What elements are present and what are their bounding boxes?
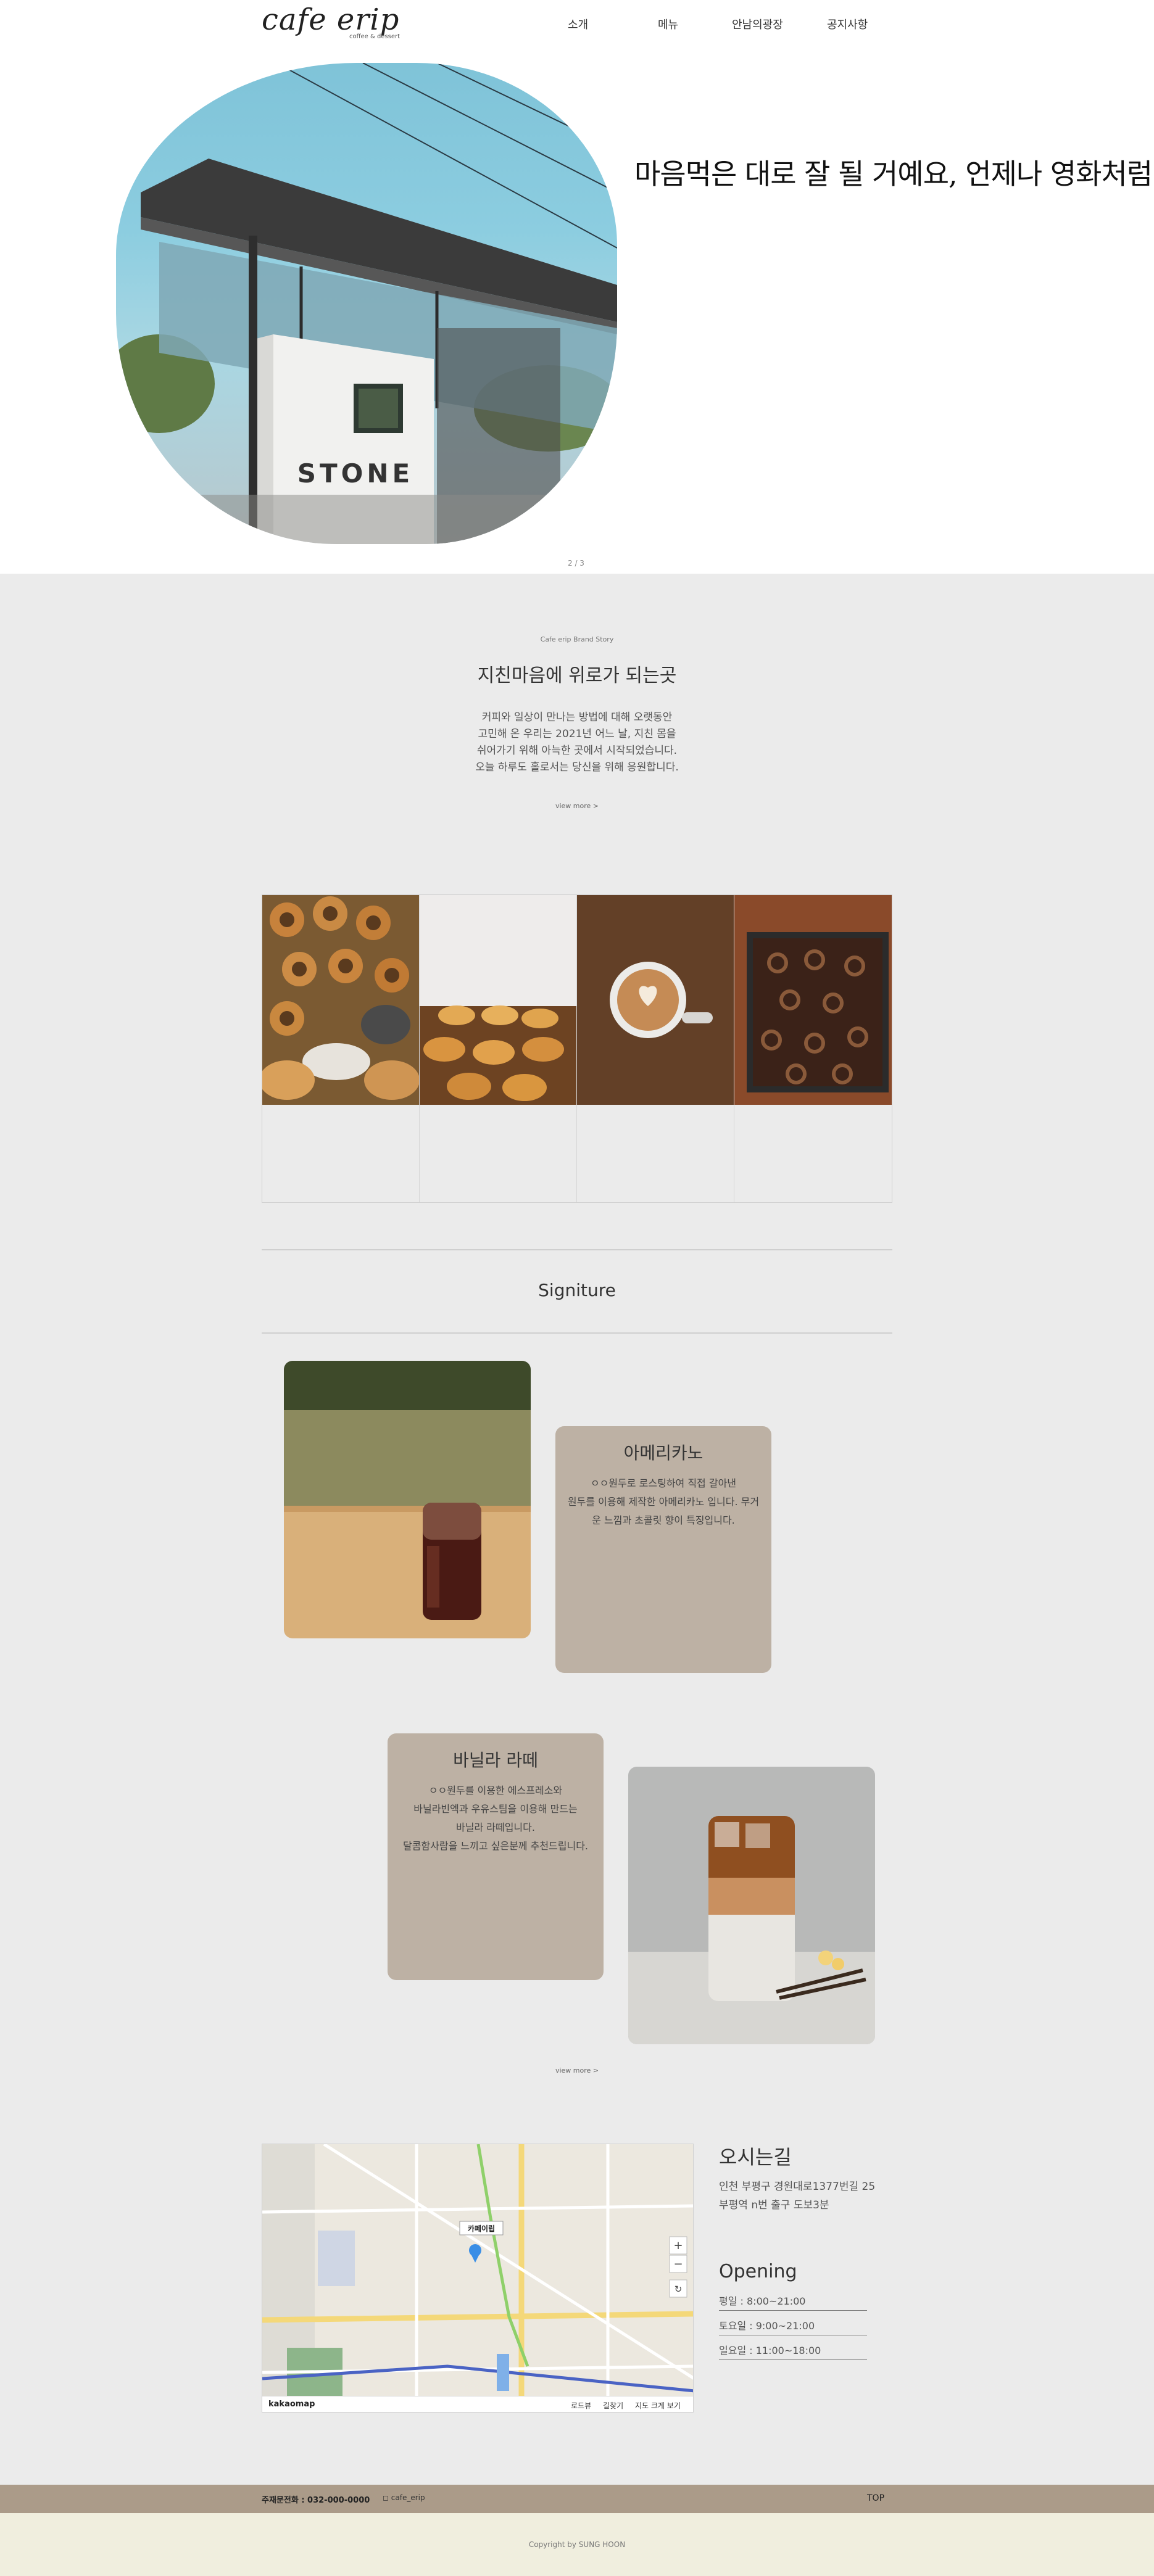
footer-bar: 주재문전화 : 032-000-0000 ◻ cafe_erip TOP — [0, 2485, 1154, 2513]
hero-pagination: 2 / 3 — [568, 559, 584, 568]
gallery-item-baked-goods[interactable] — [262, 895, 420, 1202]
footer-bottom: Copyright by SUNG HOON — [0, 2513, 1154, 2576]
nav-item-notice[interactable]: 공지사항 — [827, 16, 868, 32]
brand-story-line: 오늘 하루도 홀로서는 당신을 위해 응원합니다. — [475, 761, 679, 774]
nav-item-intro[interactable]: 소개 — [568, 16, 588, 32]
gallery-item-latte[interactable] — [577, 895, 734, 1202]
brownie-photo — [734, 895, 892, 1105]
brand-story-line: 쉬어가기 위해 아늑한 곳에서 시작되었습니다. — [476, 745, 678, 757]
vanilla-latte-desc-line: 바닐라 라떼입니다. — [456, 1822, 535, 1833]
address-line: 부평역 n번 출구 도보3분 — [719, 2199, 829, 2211]
americano-desc-line: ㅇㅇ원두로 로스팅하여 직접 갈아낸 — [590, 1477, 737, 1489]
americano-desc: ㅇㅇ원두로 로스팅하여 직접 갈아낸 원두를 이용해 제작한 아메리카노 입니다… — [555, 1474, 771, 1530]
vanilla-latte-desc-line: 달콤함사람을 느끼고 싶은분께 추천드립니다. — [402, 1840, 589, 1852]
location-title: 오시는길 — [719, 2145, 792, 2169]
baked-goods-photo — [262, 895, 419, 1105]
brand-story-line: 고민해 온 우리는 2021년 어느 날, 지친 몸을 — [478, 728, 676, 740]
brand-story-line: 커피와 일상이 만나는 방법에 대해 오랫동안 — [481, 711, 673, 724]
americano-card: 아메리카노 ㅇㅇ원두로 로스팅하여 직접 갈아낸 원두를 이용해 제작한 아메리… — [555, 1426, 771, 1673]
map-footer-bar: kakaomap 로드뷰 길찾기 지도 크게 보기 — [262, 2396, 693, 2412]
divider — [262, 1332, 892, 1334]
vanilla-latte-desc-line: 바닐라빈엑과 우유스팀을 이용해 만드는 — [413, 1803, 578, 1815]
divider — [262, 1249, 892, 1250]
nav-item-menu[interactable]: 메뉴 — [658, 16, 678, 32]
logo-subtitle: coffee & dessert — [349, 33, 401, 40]
vanilla-latte-desc-line: ㅇㅇ원두를 이용한 에스프레소와 — [428, 1785, 563, 1796]
latte-photo — [577, 895, 734, 1105]
address-line: 인천 부평구 경원대로1377번길 25 — [719, 2181, 876, 2193]
hero-sign-text: STONE — [297, 458, 413, 489]
svg-text:+: + — [673, 2239, 683, 2252]
americano-desc-line: 운 느낌과 초콜릿 향이 특징입니다. — [592, 1514, 735, 1526]
americano-photo — [284, 1361, 531, 1638]
footer-instagram-handle: cafe_erip — [391, 2493, 425, 2502]
signature-title: Signiture — [538, 1280, 616, 1300]
product-gallery — [262, 894, 892, 1203]
brand-view-more-link[interactable]: view more > — [0, 802, 1154, 810]
gallery-item-madeleines[interactable] — [420, 895, 577, 1202]
back-to-top-button[interactable]: TOP — [867, 2493, 884, 2503]
svg-text:−: − — [673, 2258, 683, 2271]
kakaomap-logo[interactable]: kakaomap — [268, 2400, 315, 2409]
map-directions-link[interactable]: 길찾기 — [603, 2400, 623, 2411]
americano-desc-line: 원두를 이용해 제작한 아메리카노 입니다. 무거 — [567, 1496, 760, 1508]
svg-text:↻: ↻ — [675, 2284, 683, 2295]
signature-view-more-link[interactable]: view more > — [0, 2066, 1154, 2074]
hours-sunday: 일요일 : 11:00~18:00 — [719, 2342, 867, 2360]
hero-cafe-photo: STONE — [116, 63, 617, 544]
map-roadview-link[interactable]: 로드뷰 — [571, 2400, 591, 2411]
vanilla-latte-photo — [628, 1767, 875, 2044]
footer-instagram[interactable]: ◻ cafe_erip — [383, 2493, 425, 2502]
hours-weekday: 평일 : 8:00~21:00 — [719, 2293, 867, 2311]
map-marker-label: 카페이립 — [468, 2224, 495, 2233]
brand-story-body: 커피와 일상이 만나는 방법에 대해 오랫동안 고민해 온 우리는 2021년 … — [0, 709, 1154, 776]
brand-story-tag: Cafe erip Brand Story — [540, 635, 614, 643]
brand-story-title: 지친마음에 위로가 되는곳 — [477, 665, 677, 687]
gallery-item-brownie[interactable] — [734, 895, 892, 1202]
opening-title: Opening — [719, 2261, 797, 2282]
madeleines-photo — [420, 895, 576, 1105]
vanilla-latte-desc: ㅇㅇ원두를 이용한 에스프레소와 바닐라빈엑과 우유스팀을 이용해 만드는 바닐… — [388, 1781, 604, 1856]
hero-section: STONE 마음먹은 대로 잘 될 거예요, 언제나 영화처럼 2 / 3 — [0, 49, 1154, 574]
location-map[interactable]: 카페이립 + − ↻ kakaomap 로드뷰 길찾기 지도 크게 보기 — [262, 2144, 694, 2413]
hero-slogan: 마음먹은 대로 잘 될 거예요, 언제나 영화처럼 — [634, 157, 1153, 191]
footer-phone: 주재문전화 : 032-000-0000 — [262, 2496, 370, 2505]
nav-item-guide[interactable]: 안남의광장 — [732, 16, 783, 32]
copyright-text: Copyright by SUNG HOON — [528, 2540, 626, 2549]
site-logo[interactable]: cafe erip — [262, 2, 399, 37]
map-enlarge-link[interactable]: 지도 크게 보기 — [635, 2400, 681, 2411]
hours-saturday: 토요일 : 9:00~21:00 — [719, 2318, 867, 2335]
site-header: cafe erip coffee & dessert 소개 메뉴 안남의광장 공… — [0, 0, 1154, 49]
americano-name: 아메리카노 — [623, 1443, 704, 1463]
vanilla-latte-name: 바닐라 라떼 — [453, 1750, 538, 1770]
instagram-icon: ◻ — [383, 2493, 389, 2502]
vanilla-latte-card: 바닐라 라떼 ㅇㅇ원두를 이용한 에스프레소와 바닐라빈엑과 우유스팀을 이용해… — [388, 1733, 604, 1980]
